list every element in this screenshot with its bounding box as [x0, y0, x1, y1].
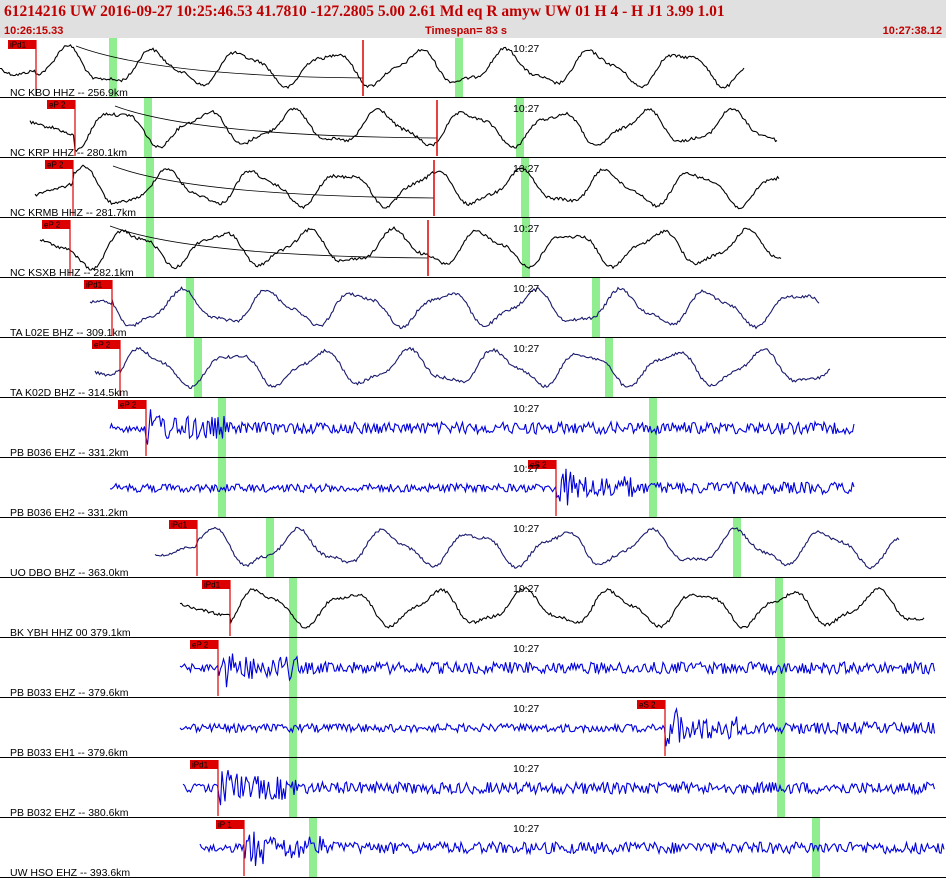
pick-window-marker — [592, 278, 600, 338]
theoretical-arrival-curve — [109, 225, 429, 259]
trace-row[interactable]: iP 1 10:27UW HSO EHZ -- 393.6km — [0, 818, 946, 879]
trace-row[interactable]: iPd1 10:27UO DBO BHZ -- 363.0km — [0, 518, 946, 579]
pick-window-marker — [146, 158, 154, 218]
time-tick-label: 10:27 — [513, 43, 539, 55]
phase-pick-label: iPd1 — [86, 281, 103, 290]
theoretical-arrival-curve — [114, 105, 438, 139]
time-tick-label: 10:27 — [513, 103, 539, 115]
pick-window-marker — [289, 578, 297, 638]
pick-window-marker — [146, 218, 154, 278]
time-tick-label: 10:27 — [513, 343, 539, 355]
phase-pick-label: eP 2 — [94, 341, 111, 350]
phase-pick-label: eP 2 — [120, 401, 137, 410]
pick-window-marker — [194, 338, 202, 398]
seismogram-canvas[interactable]: iPd1 10:27NC KBO HHZ -- 256.9kmeP 2 10:27N… — [0, 38, 946, 880]
event-header: 61214216 UW 2016-09-27 10:25:46.53 41.78… — [0, 0, 946, 38]
time-tick-label: 10:27 — [513, 223, 539, 235]
time-tick-label: 10:27 — [513, 763, 539, 775]
time-tick-label: 10:27 — [513, 823, 539, 835]
trace-row[interactable]: iPd1 10:27PB B032 EHZ -- 380.6km — [0, 758, 946, 819]
pick-window-marker — [649, 458, 657, 518]
event-title: 61214216 UW 2016-09-27 10:25:46.53 41.78… — [4, 3, 725, 20]
time-tick-label: 10:27 — [513, 283, 539, 295]
phase-pick-label: eP 2 — [192, 641, 209, 650]
phase-pick-label: eP 2 — [44, 221, 61, 230]
phase-pick-label: iPd1 — [10, 41, 27, 50]
trace-row[interactable]: eP 2 10:27PB B033 EHZ -- 379.6km — [0, 638, 946, 699]
phase-pick-label: eS 2 — [639, 701, 656, 710]
trace-row[interactable]: iPd1 10:27BK YBH HHZ 00 379.1km — [0, 578, 946, 639]
theoretical-arrival-curve — [75, 45, 364, 79]
pick-window-marker — [605, 338, 613, 398]
pick-window-marker — [144, 98, 152, 158]
waveform — [89, 286, 820, 330]
trace-row[interactable]: eP 2 10:27NC KRP HHZ -- 280.1km — [0, 98, 946, 159]
pick-window-marker — [775, 578, 783, 638]
time-tick-label: 10:27 — [513, 463, 539, 475]
start-time: 10:26:15.33 — [4, 25, 64, 37]
phase-pick-label: eP 2 — [47, 161, 64, 170]
pick-window-marker — [455, 38, 463, 98]
phase-pick-label: iPd1 — [192, 761, 209, 770]
trace-row[interactable]: eS 210:27PB B036 EH2 -- 331.2km — [0, 458, 946, 519]
trace-row[interactable]: iPd1 10:27TA L02E BHZ -- 309.1km — [0, 278, 946, 339]
trace-row[interactable]: iPd1 10:27NC KBO HHZ -- 256.9km — [0, 38, 946, 99]
trace-row[interactable]: eP 2 10:27NC KSXB HHZ -- 282.1km — [0, 218, 946, 279]
trace-row[interactable]: eS 210:27PB B033 EH1 -- 379.6km — [0, 698, 946, 759]
timespan-readout: Timespan= 83 s — [425, 25, 508, 37]
trace-row[interactable]: eP 2 10:27PB B036 EHZ -- 331.2km — [0, 398, 946, 459]
end-time: 10:27:38.12 — [882, 25, 942, 37]
pick-window-marker — [777, 638, 785, 698]
time-tick-label: 10:27 — [513, 643, 539, 655]
pick-window-marker — [186, 278, 194, 338]
time-tick-label: 10:27 — [513, 403, 539, 415]
phase-pick-label: eP 2 — [49, 101, 66, 110]
trace-row[interactable]: eP 2 10:27NC KRMB HHZ -- 281.7km — [0, 158, 946, 219]
phase-pick-label: iP 1 — [218, 821, 232, 830]
phase-pick-label: iPd1 — [171, 521, 188, 530]
time-tick-label: 10:27 — [513, 523, 539, 535]
waveform — [94, 346, 831, 390]
pick-window-marker — [309, 818, 317, 878]
pick-window-marker — [733, 518, 741, 578]
trace-row[interactable]: eP 2 10:27TA K02D BHZ -- 314.5km — [0, 338, 946, 399]
time-tick-label: 10:27 — [513, 703, 539, 715]
phase-pick-label: iPd1 — [204, 581, 221, 590]
seismogram-panel[interactable]: iPd1 10:27 NC KBO HHZ -- 256.9km eP 2 10:27 N… — [0, 38, 946, 880]
pick-window-marker — [266, 518, 274, 578]
time-tick-label: 10:27 — [513, 583, 539, 595]
time-tick-label: 10:27 — [513, 163, 539, 175]
